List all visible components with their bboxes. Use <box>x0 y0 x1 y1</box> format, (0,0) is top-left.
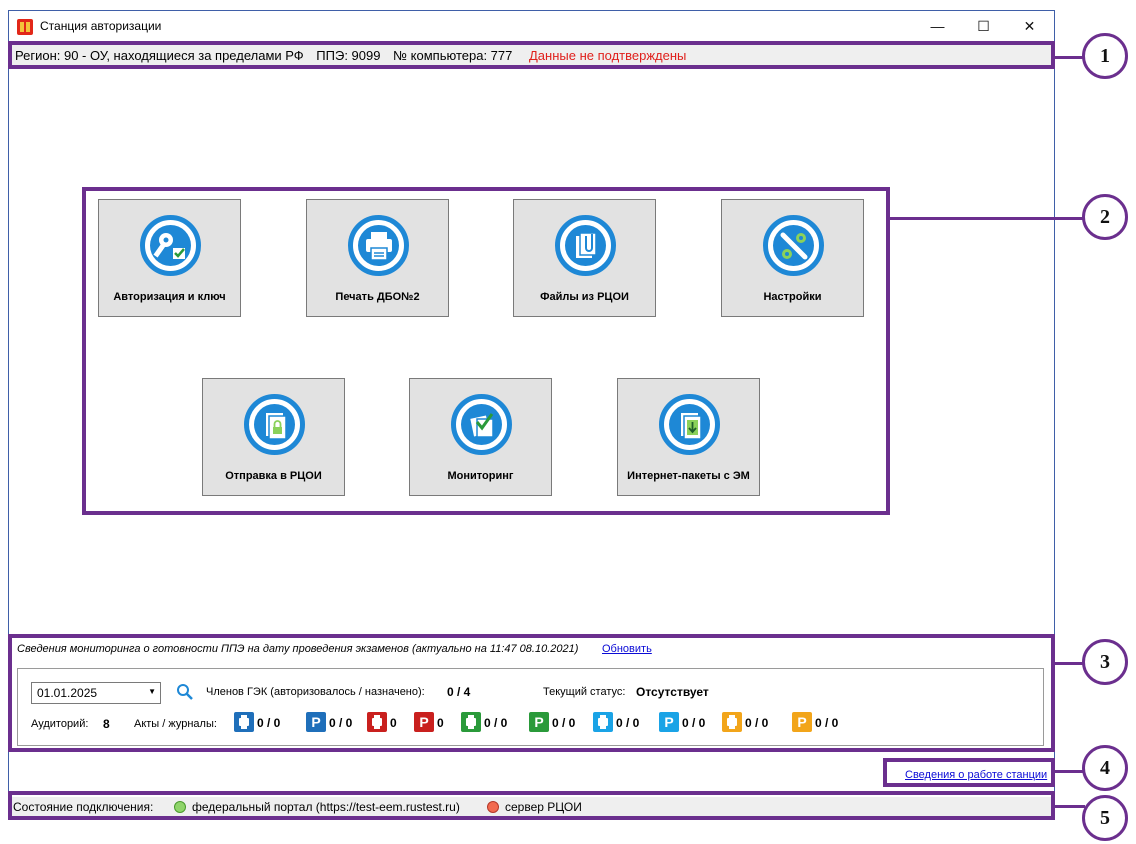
printer-icon <box>348 215 409 276</box>
checklist-icon <box>451 394 512 455</box>
callout-badge-1: 1 <box>1082 33 1128 79</box>
callout-frame-1 <box>8 41 1055 69</box>
callout-connector-2 <box>890 217 1085 220</box>
callout-connector-4 <box>1055 770 1085 773</box>
callout-badge-2: 2 <box>1082 194 1128 240</box>
callout-badge-3: 3 <box>1082 639 1128 685</box>
callout-connector-3 <box>1055 662 1085 665</box>
callout-frame-4 <box>883 758 1055 787</box>
callout-connector-1 <box>1055 56 1085 59</box>
lock-document-icon <box>244 394 305 455</box>
maximize-button[interactable]: ☐ <box>961 11 1006 41</box>
callout-badge-4: 4 <box>1082 745 1128 791</box>
callout-frame-3 <box>8 634 1055 752</box>
window-title: Станция авторизации <box>40 19 162 33</box>
minimize-button[interactable]: — <box>915 11 960 41</box>
title-bar: Станция авторизации — ☐ ✕ <box>9 11 1054 41</box>
app-icon <box>17 19 33 35</box>
callout-frame-5 <box>8 791 1055 820</box>
files-clip-icon <box>555 215 616 276</box>
callout-connector-5 <box>1055 805 1085 808</box>
download-document-icon <box>659 394 720 455</box>
close-button[interactable]: ✕ <box>1007 11 1052 41</box>
key-check-icon <box>140 215 201 276</box>
wrench-gear-icon <box>763 215 824 276</box>
callout-badge-5: 5 <box>1082 795 1128 841</box>
